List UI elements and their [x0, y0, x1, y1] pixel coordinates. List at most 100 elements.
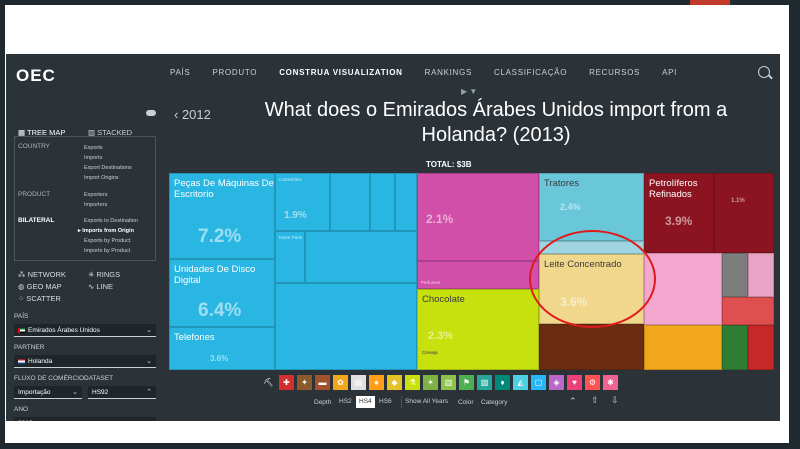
sidebar-item[interactable]: Import Origins — [84, 175, 119, 181]
category-bilateral[interactable]: BILATERAL — [18, 217, 54, 224]
nav-item[interactable]: CONSTRUA VISUALIZATION — [279, 68, 402, 77]
treemap-cell[interactable]: Petrolíferos Refinados 3.9% — [644, 173, 714, 253]
animal-icon[interactable]: ⛏ — [261, 375, 276, 390]
hide-icon[interactable]: ✦ — [297, 375, 312, 390]
sidebar-item[interactable]: Imports — [84, 155, 102, 161]
sidebar-item[interactable]: Exporters — [84, 192, 108, 198]
category-select[interactable]: Category — [481, 399, 507, 406]
chevron-up-icon: ⌃ — [146, 389, 152, 396]
previous-year-link[interactable]: ‹ 2012 — [174, 107, 211, 122]
nav-item[interactable]: RECURSOS — [589, 68, 640, 77]
building-icon[interactable]: ▥ — [441, 375, 456, 390]
nav-item[interactable]: API — [662, 68, 677, 77]
treemap-cell[interactable]: Caminhões 1.9% — [275, 173, 330, 231]
treemap-cell[interactable] — [644, 253, 722, 325]
download-icon[interactable]: ⇩ — [611, 395, 619, 406]
jewel-icon[interactable]: ◈ — [549, 375, 564, 390]
option-network[interactable]: ⁂ NETWORK — [18, 270, 66, 279]
cell-label: Telefones — [174, 332, 215, 343]
treemap-cell[interactable]: Unidades De Disco Digital 6.4% — [169, 259, 275, 327]
treemap-cell[interactable] — [275, 283, 417, 370]
label-pais: PAÍS — [14, 313, 29, 320]
food-icon[interactable]: ▤ — [351, 375, 366, 390]
paper-icon[interactable]: ▧ — [477, 375, 492, 390]
treemap-cell[interactable] — [395, 173, 417, 231]
treemap-cell[interactable]: Peças De Máquinas De Escritorio 7.2% — [169, 173, 275, 259]
sidebar-item[interactable]: ▸ Imports from Origin — [78, 228, 134, 234]
treemap-cell[interactable] — [722, 253, 748, 297]
category-product[interactable]: PRODUCT — [18, 191, 50, 198]
option-rings[interactable]: ✳ RINGS — [88, 270, 120, 279]
option-label: RINGS — [96, 270, 121, 279]
treemap-cell[interactable] — [330, 173, 370, 231]
vehicle-icon[interactable]: ⚑ — [459, 375, 474, 390]
share-icon[interactable]: ⇧ — [591, 395, 599, 406]
oec-logo[interactable]: OEC — [16, 66, 56, 86]
stone-icon[interactable]: ● — [369, 375, 384, 390]
option-scatter[interactable]: ⁘ SCATTER — [18, 294, 61, 303]
shoe-icon[interactable]: ◭ — [513, 375, 528, 390]
show-all-years-button[interactable]: Show All Years — [401, 396, 451, 408]
treemap-cell[interactable]: Telefones 3.6% — [169, 327, 275, 370]
select-pais[interactable]: Emirados Árabes Unidos ⌄ — [14, 324, 156, 337]
misc-icon[interactable]: ✱ — [603, 375, 618, 390]
vegetable-icon[interactable]: ✿ — [333, 375, 348, 390]
treemap-cell[interactable]: 1.1% — [714, 173, 774, 253]
textile-icon[interactable]: ♦ — [495, 375, 510, 390]
option-geo-map[interactable]: ◍ GEO MAP — [18, 282, 62, 291]
treemap-cell[interactable] — [748, 325, 774, 370]
treemap-cell[interactable] — [644, 325, 722, 370]
treemap-cell[interactable]: Perfumes — [417, 261, 539, 289]
select-flow[interactable]: Importação ⌄ — [14, 386, 82, 399]
accent-bar — [690, 0, 730, 5]
option-label: GEO MAP — [26, 282, 62, 291]
sidebar-item[interactable]: Exports — [84, 145, 103, 151]
sidebar-item[interactable]: Exports to Destination — [84, 218, 138, 224]
meat-icon[interactable]: ✚ — [279, 375, 294, 390]
sidebar-item[interactable]: Importers — [84, 202, 107, 208]
nav-item[interactable]: PAÍS — [170, 68, 190, 77]
depth-label: Depth — [314, 399, 332, 406]
sidebar-item[interactable]: Export Destinations — [84, 165, 132, 171]
treemap-cell[interactable] — [722, 325, 748, 370]
cow-icon[interactable]: ▬ — [315, 375, 330, 390]
chevron-up-icon[interactable]: ⌃ — [569, 396, 577, 407]
depth-hs2[interactable]: HS2 — [336, 396, 355, 408]
treemap-cell[interactable] — [748, 253, 774, 297]
select-value: HS92 — [92, 389, 109, 396]
sidebar-item[interactable]: Imports by Product — [84, 248, 130, 254]
select-dataset[interactable]: HS92 ⌃ — [88, 386, 156, 399]
treemap-cell[interactable] — [539, 324, 644, 370]
select-partner[interactable]: Holanda ⌄ — [14, 355, 156, 368]
option-label: SCATTER — [26, 294, 61, 303]
category-country[interactable]: COUNTRY — [18, 143, 50, 150]
plastic-icon[interactable]: ✶ — [423, 375, 438, 390]
right-border — [789, 0, 800, 449]
treemap-cell[interactable] — [722, 297, 774, 325]
depth-hs6[interactable]: HS6 — [376, 396, 395, 408]
nav-item[interactable]: PRODUTO — [212, 68, 257, 77]
treemap-cell[interactable]: Chocolate 2.3% Cerveja — [417, 289, 539, 370]
social-share[interactable]: ▶ ▼ — [461, 87, 477, 96]
chevron-down-icon: ⌄ — [146, 358, 152, 365]
select-ano[interactable]: 2013 — [14, 417, 156, 421]
nav-item[interactable]: CLASSIFICAÇÃO — [494, 68, 567, 77]
glass-icon[interactable]: ▢ — [531, 375, 546, 390]
mineral-icon[interactable]: ◆ — [387, 375, 402, 390]
nav-item[interactable]: RANKINGS — [425, 68, 472, 77]
machine-icon[interactable]: ⚙ — [585, 375, 600, 390]
chevron-down-icon: ⌄ — [72, 389, 78, 396]
chemical-icon[interactable]: ⚗ — [405, 375, 420, 390]
search-icon[interactable] — [758, 66, 770, 78]
treemap-cell[interactable]: Motor Parts — [275, 231, 305, 283]
metal-icon[interactable]: ♥ — [567, 375, 582, 390]
treemap-cell[interactable]: 2.1% — [417, 173, 539, 261]
option-line[interactable]: ∿ LINE — [88, 282, 113, 291]
sidebar-item[interactable]: Exports by Product — [84, 238, 130, 244]
treemap-cell[interactable] — [370, 173, 395, 231]
toggle-icon[interactable] — [146, 110, 156, 116]
netherlands-flag-icon — [18, 358, 25, 364]
depth-hs4[interactable]: HS4 — [356, 396, 375, 408]
treemap-cell[interactable] — [305, 231, 417, 283]
cell-percent: 3.9% — [665, 214, 693, 228]
